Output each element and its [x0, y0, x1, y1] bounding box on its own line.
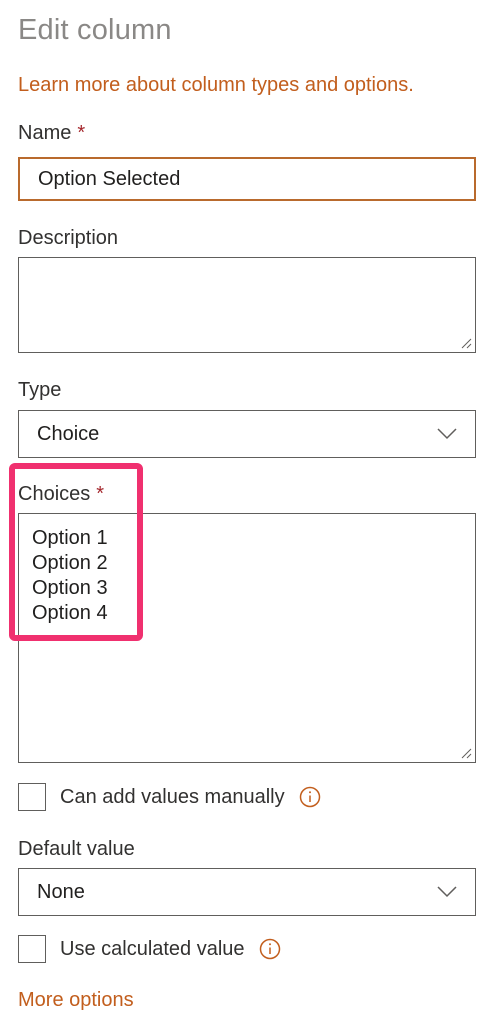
choice-option: Option 1: [32, 527, 108, 549]
resize-grip-icon[interactable]: [460, 747, 472, 759]
learn-more-link[interactable]: Learn more about column types and option…: [18, 74, 414, 97]
choices-list: Option 1 Option 2 Option 3 Option 4: [32, 526, 108, 626]
manual-values-checkbox[interactable]: [18, 783, 46, 811]
info-icon[interactable]: [299, 786, 321, 808]
type-dropdown-value: Choice: [37, 422, 100, 445]
manual-values-row: Can add values manually: [18, 783, 321, 811]
default-value-dropdown[interactable]: None: [18, 868, 476, 916]
info-icon[interactable]: [259, 938, 281, 960]
choice-option: Option 2: [32, 552, 108, 574]
name-required-marker: *: [77, 122, 86, 144]
chevron-down-icon: [437, 428, 457, 440]
calculated-value-row: Use calculated value: [18, 935, 281, 963]
choices-label-text: Choices: [18, 483, 91, 505]
panel-title: Edit column: [18, 14, 172, 46]
default-value-dropdown-value: None: [37, 880, 85, 903]
choices-required-marker: *: [96, 483, 105, 505]
resize-grip-icon[interactable]: [460, 337, 472, 349]
name-input-value: Option Selected: [38, 167, 181, 190]
type-dropdown[interactable]: Choice: [18, 410, 476, 458]
default-value-label: Default value: [18, 838, 135, 860]
name-label-text: Name: [18, 122, 72, 144]
calculated-value-checkbox[interactable]: [18, 935, 46, 963]
name-label: Name *: [18, 122, 85, 145]
name-input[interactable]: Option Selected: [18, 157, 476, 201]
description-textarea[interactable]: [18, 257, 476, 353]
choices-textarea[interactable]: Option 1 Option 2 Option 3 Option 4: [18, 513, 476, 763]
type-label: Type: [18, 379, 62, 401]
more-options-link[interactable]: More options: [18, 989, 134, 1012]
choice-option: Option 4: [32, 602, 108, 624]
chevron-down-icon: [437, 886, 457, 898]
manual-values-label: Can add values manually: [60, 785, 285, 808]
description-label: Description: [18, 227, 119, 249]
choice-option: Option 3: [32, 577, 108, 599]
choices-label: Choices *: [18, 483, 104, 506]
calculated-value-label: Use calculated value: [60, 937, 245, 960]
